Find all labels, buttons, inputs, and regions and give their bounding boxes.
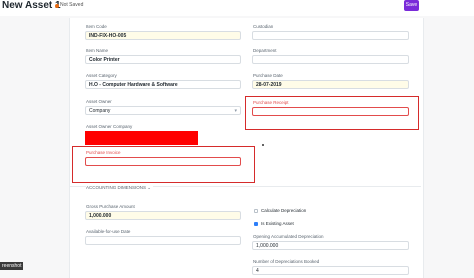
accounting-dimensions-toggle[interactable]: ACCOUNTING DIMENSIONS ⌄ xyxy=(86,185,154,191)
number-of-depreciations-booked-label: Number of Depreciations Booked xyxy=(253,259,320,264)
custodian-field[interactable] xyxy=(252,31,409,40)
item-code-field[interactable]: IND-FIX-HO-005 xyxy=(85,31,241,40)
page-header: New Asset 1 Not Saved Save xyxy=(0,0,474,16)
asset-owner-company-label: Asset Owner Company xyxy=(86,124,133,129)
save-button[interactable]: Save xyxy=(404,0,419,11)
purchase-date-field[interactable]: 28-07-2019 xyxy=(252,80,409,89)
chevron-down-icon: ▾ xyxy=(234,108,237,114)
purchase-date-label: Purchase Date xyxy=(253,73,283,78)
asset-owner-value: Company xyxy=(89,108,111,114)
calculate-depreciation-label: Calculate Depreciation xyxy=(261,208,307,213)
status-label: Not Saved xyxy=(60,2,84,8)
purchase-receipt-highlight xyxy=(245,96,419,130)
accounting-dimensions-label: ACCOUNTING DIMENSIONS xyxy=(86,185,147,190)
department-field[interactable] xyxy=(252,55,409,64)
item-name-label: Item Name xyxy=(86,48,109,53)
asset-category-label: Asset Category xyxy=(86,73,117,78)
chevron-down-icon: ⌄ xyxy=(147,185,152,190)
is-existing-asset-label: Is Existing Asset xyxy=(261,221,294,226)
asset-owner-label: Asset Owner xyxy=(86,99,112,104)
page-title: New Asset 1 xyxy=(2,0,61,11)
custodian-label: Custodian xyxy=(253,24,274,29)
calculate-depreciation-checkbox[interactable] xyxy=(254,209,258,213)
purchase-invoice-highlight xyxy=(72,146,255,183)
gross-purchase-amount-field[interactable]: 1,000.000 xyxy=(85,211,241,220)
is-existing-asset-checkbox[interactable] xyxy=(254,222,258,226)
available-for-use-date-label: Available-for-use Date xyxy=(86,229,131,234)
gross-purchase-amount-label: Gross Purchase Amount xyxy=(86,204,135,209)
asset-owner-select[interactable]: Company ▾ xyxy=(85,106,241,115)
asset-category-field[interactable]: H.O - Computer Hardware & Software xyxy=(85,80,241,89)
item-name-field[interactable]: Color Printer xyxy=(85,55,241,64)
opening-accumulated-depreciation-label: Opening Accumulated Depreciation xyxy=(253,234,324,239)
available-for-use-date-field[interactable] xyxy=(85,236,241,245)
screenshot-overlay-tag: reenshot xyxy=(0,262,24,270)
item-code-label: Item Code xyxy=(86,24,107,29)
number-of-depreciations-booked-field[interactable]: 4 xyxy=(252,266,409,275)
department-label: Department xyxy=(253,48,277,53)
unsaved-indicator-dot xyxy=(55,4,59,8)
opening-accumulated-depreciation-field[interactable]: 1,000.000 xyxy=(252,241,409,250)
redacted-asset-owner-company xyxy=(85,131,198,145)
stray-dot xyxy=(262,144,264,146)
